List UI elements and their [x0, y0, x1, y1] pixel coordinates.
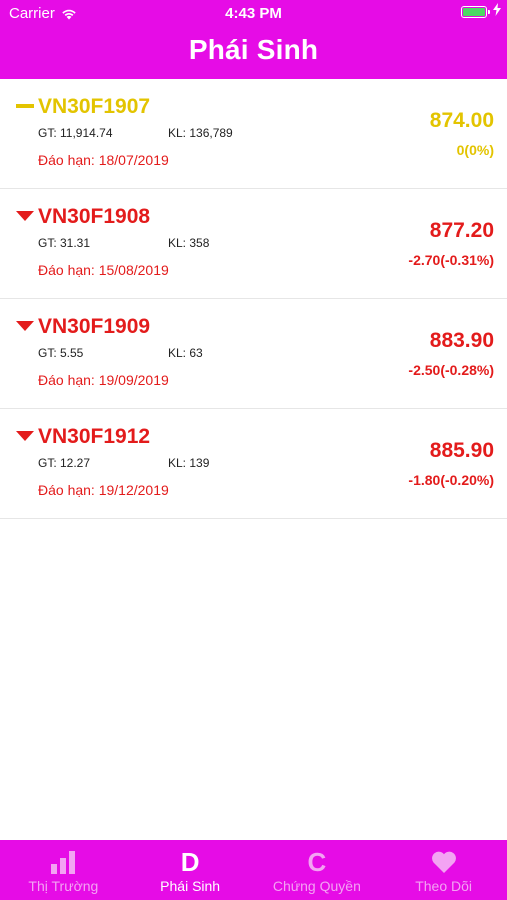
tab-label: Theo Dõi: [415, 878, 473, 894]
contract-symbol: VN30F1912: [38, 425, 151, 448]
price-change: 0(0%): [456, 142, 494, 158]
last-price: 877.20: [429, 219, 494, 242]
tab-phai-sinh[interactable]: D Phái Sinh: [127, 840, 254, 900]
traded-volume: KL: 139: [168, 456, 210, 470]
expiry-date: Đáo hạn: 18/07/2019: [38, 152, 169, 168]
tab-bar: Thị Trường D Phái Sinh C Chứng Quyền The…: [0, 840, 507, 900]
contract-row[interactable]: VN30F1908 GT: 31.31 KL: 358 Đáo hạn: 15/…: [0, 189, 507, 299]
contract-row[interactable]: VN30F1909 GT: 5.55 KL: 63 Đáo hạn: 19/09…: [0, 299, 507, 409]
battery-icon: [461, 6, 490, 18]
contract-row[interactable]: VN30F1912 GT: 12.27 KL: 139 Đáo hạn: 19/…: [0, 409, 507, 519]
price-change: -2.70(-0.31%): [408, 252, 494, 268]
expiry-date: Đáo hạn: 19/09/2019: [38, 372, 169, 388]
last-price: 883.90: [429, 329, 494, 352]
bar-chart-icon: [51, 851, 76, 874]
tab-label: Chứng Quyền: [272, 878, 361, 894]
traded-value: GT: 12.27: [38, 456, 91, 470]
down-triangle-icon: [16, 321, 34, 331]
price-change: -2.50(-0.28%): [408, 362, 494, 378]
tab-label: Thị Trường: [28, 878, 99, 894]
traded-volume: KL: 358: [168, 236, 210, 250]
contract-row[interactable]: VN30F1907 GT: 11,914.74 KL: 136,789 Đáo …: [0, 79, 507, 189]
tab-theo-doi[interactable]: Theo Dõi: [380, 840, 507, 900]
down-triangle-icon: [16, 431, 34, 441]
charging-bolt-icon: [493, 3, 501, 16]
price-change: -1.80(-0.20%): [408, 472, 494, 488]
letter-c-icon: C: [307, 847, 327, 877]
tab-label: Phái Sinh: [160, 878, 221, 894]
letter-d-icon: D: [180, 847, 200, 877]
tab-thi-truong[interactable]: Thị Trường: [0, 840, 127, 900]
contract-symbol: VN30F1909: [38, 315, 151, 338]
expiry-date: Đáo hạn: 19/12/2019: [38, 482, 169, 498]
flat-trend-icon: [16, 104, 34, 108]
contract-symbol: VN30F1907: [38, 95, 151, 118]
heart-icon: [431, 851, 456, 873]
contract-symbol: VN30F1908: [38, 205, 151, 228]
traded-value: GT: 11,914.74: [38, 126, 113, 140]
traded-volume: KL: 136,789: [168, 126, 233, 140]
tab-chung-quyen[interactable]: C Chứng Quyền: [254, 840, 381, 900]
traded-volume: KL: 63: [168, 346, 203, 360]
status-bar: Carrier 4:43 PM: [0, 0, 507, 28]
last-price: 885.90: [429, 439, 494, 462]
last-price: 874.00: [429, 109, 494, 132]
traded-value: GT: 31.31: [38, 236, 91, 250]
expiry-date: Đáo hạn: 15/08/2019: [38, 262, 169, 278]
page-title: Phái Sinh: [188, 34, 319, 65]
down-triangle-icon: [16, 211, 34, 221]
traded-value: GT: 5.55: [38, 346, 84, 360]
contract-list: VN30F1907 GT: 11,914.74 KL: 136,789 Đáo …: [0, 79, 507, 519]
header-bar: Carrier 4:43 PM Phái Sinh: [0, 0, 507, 79]
status-time: 4:43 PM: [225, 5, 282, 22]
